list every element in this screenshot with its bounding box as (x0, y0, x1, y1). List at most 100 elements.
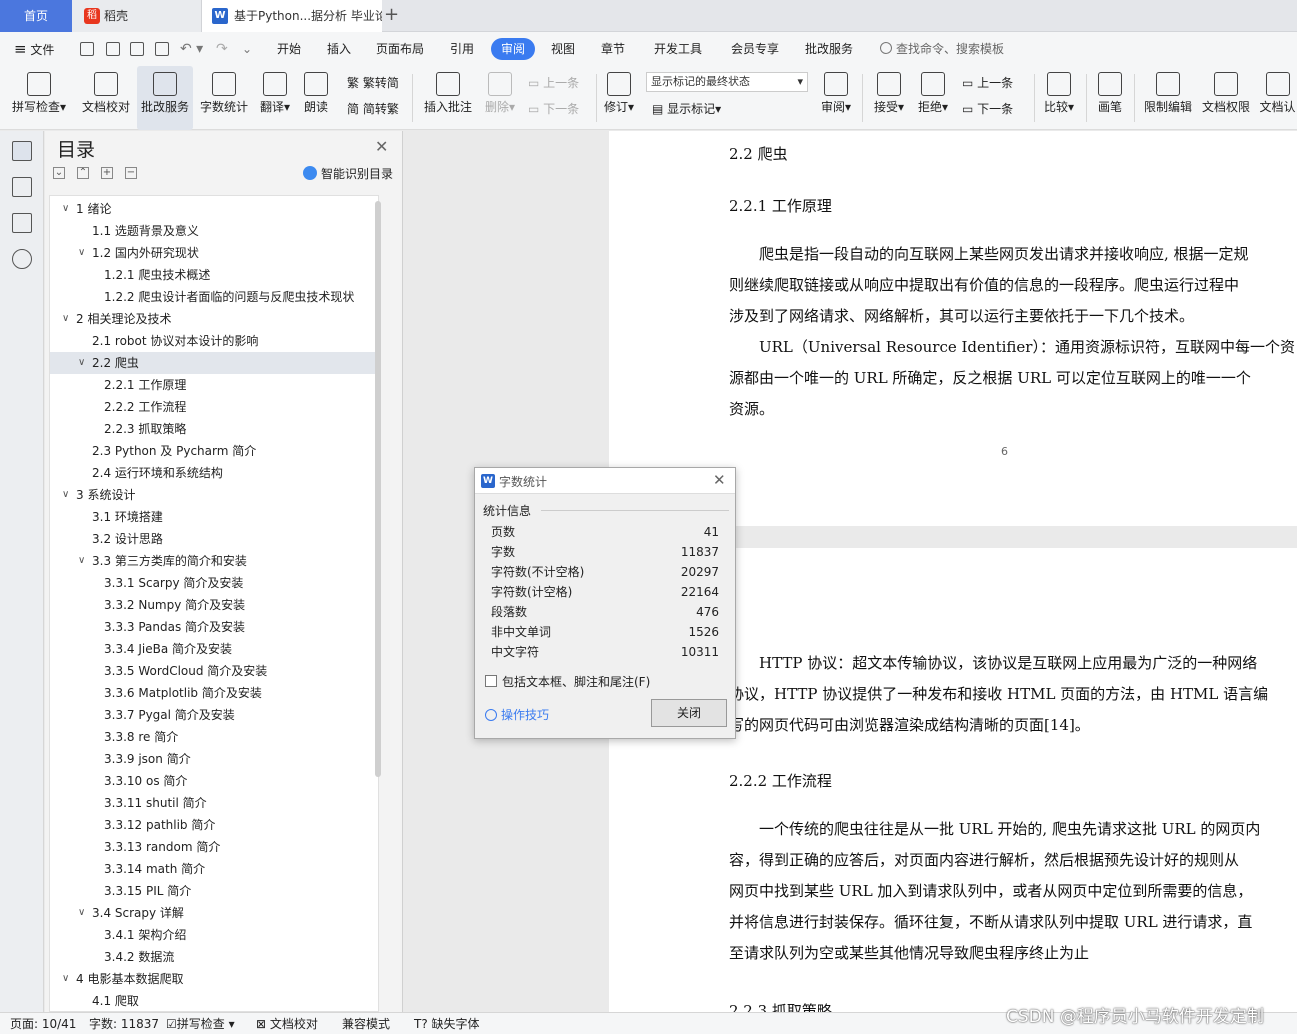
toc-item[interactable]: ∨ 1 绪论 (50, 198, 378, 220)
next-comment-button[interactable]: ▭ 下一条 (528, 100, 579, 117)
translate-button[interactable]: 翻译▾ (255, 66, 295, 130)
toc-item[interactable]: 3.4.1 架构介绍 (50, 924, 378, 946)
menu-view[interactable]: 视图 (551, 32, 575, 66)
restrict-editing-button[interactable]: 限制编辑 (1140, 66, 1196, 130)
spell-check-status[interactable]: ☑拼写检查 ▾ (166, 1013, 235, 1034)
chevron-down-icon[interactable]: ∨ (78, 550, 85, 572)
simp-to-trad-button[interactable]: 简 简转繁 (347, 100, 399, 117)
undo-icon[interactable]: ↶ ▾ (180, 32, 203, 66)
print-preview-icon[interactable] (155, 42, 169, 56)
toc-item[interactable]: 2.2.3 抓取策略 (50, 418, 378, 440)
tab-daoke[interactable]: 稻稻壳 (72, 0, 202, 32)
tips-link[interactable]: 操作技巧 (485, 706, 549, 723)
toc-item[interactable]: ∨ 1.2 国内外研究现状 (50, 242, 378, 264)
chapter-nav-icon[interactable] (12, 177, 32, 197)
insert-comment-button[interactable]: 插入批注 (420, 66, 476, 130)
menu-start[interactable]: 开始 (277, 32, 301, 66)
toc-item[interactable]: 3.3.3 Pandas 简介及安装 (50, 616, 378, 638)
toc-nav-icon[interactable] (12, 141, 32, 161)
toc-item[interactable]: 3.4.2 数据流 (50, 946, 378, 968)
toc-item[interactable]: 1.2.2 爬虫设计者面临的问题与反爬虫技术现状 (50, 286, 378, 308)
include-textbox-checkbox[interactable] (485, 675, 497, 687)
close-icon[interactable]: ✕ (375, 137, 388, 156)
search-nav-icon[interactable] (12, 249, 32, 269)
bookmark-icon[interactable] (12, 213, 32, 233)
toc-item[interactable]: 3.3.6 Matplotlib 简介及安装 (50, 682, 378, 704)
menu-section[interactable]: 章节 (601, 32, 625, 66)
toc-item[interactable]: 2.2.1 工作原理 (50, 374, 378, 396)
toc-item[interactable]: 2.4 运行环境和系统结构 (50, 462, 378, 484)
chevron-down-icon[interactable]: ∨ (78, 352, 85, 374)
review-pane-button[interactable]: 审阅▾ (816, 66, 856, 130)
dialog-titlebar[interactable]: W 字数统计 ✕ (475, 468, 735, 494)
prev-comment-button[interactable]: ▭ 上一条 (528, 74, 579, 91)
toc-item[interactable]: ∨ 3.3 第三方类库的简介和安装 (50, 550, 378, 572)
correction-service-button[interactable]: 批改服务 (137, 66, 193, 130)
menu-insert[interactable]: 插入 (327, 32, 351, 66)
tab-document[interactable]: W 基于Python...据分析 毕业论 (202, 0, 382, 32)
menu-page-layout[interactable]: 页面布局 (376, 32, 424, 66)
word-count-button[interactable]: 字数统计 (196, 66, 252, 130)
toc-item[interactable]: 4.1 爬取 (50, 990, 378, 1011)
smart-toc-button[interactable]: 智能识别目录 (303, 165, 393, 182)
trad-to-simp-button[interactable]: 繁 繁转简 (347, 74, 399, 91)
pen-button[interactable]: 画笔 (1092, 66, 1128, 130)
accept-button[interactable]: 接受▾ (870, 66, 908, 130)
chevron-down-icon[interactable]: ∨ (62, 198, 69, 220)
toc-item[interactable]: 3.3.9 json 简介 (50, 748, 378, 770)
track-changes-button[interactable]: 修订▾ (600, 66, 638, 130)
quick-access-dropdown-icon[interactable]: ⌄ (242, 32, 252, 66)
toc-item[interactable]: 3.3.8 re 简介 (50, 726, 378, 748)
print-icon[interactable] (130, 42, 144, 56)
toc-item[interactable]: 3.3.14 math 简介 (50, 858, 378, 880)
menu-developer[interactable]: 开发工具 (654, 32, 702, 66)
toc-item[interactable]: 1.1 选题背景及意义 (50, 220, 378, 242)
toc-item[interactable]: 3.3.5 WordCloud 简介及安装 (50, 660, 378, 682)
toc-item[interactable]: 3.3.15 PIL 简介 (50, 880, 378, 902)
toc-item[interactable]: 3.3.2 Numpy 简介及安装 (50, 594, 378, 616)
toc-item[interactable]: 3.2 设计思路 (50, 528, 378, 550)
markup-display-select[interactable]: 显示标记的最终状态 ▾ (646, 72, 808, 92)
show-markup-button[interactable]: ▤ 显示标记▾ (652, 100, 721, 117)
toc-item[interactable]: 2.2.2 工作流程 (50, 396, 378, 418)
menu-correction[interactable]: 批改服务 (805, 32, 853, 66)
proofread-button[interactable]: 文档校对 (78, 66, 134, 130)
menu-references[interactable]: 引用 (450, 32, 474, 66)
delete-comment-button[interactable]: 删除▾ (480, 66, 520, 130)
document-permission-button[interactable]: 文档权限 (1198, 66, 1254, 130)
collapse-all-icon[interactable]: ⌄ (53, 167, 65, 179)
search-icon[interactable] (880, 42, 892, 54)
toc-item[interactable]: ∨ 3 系统设计 (50, 484, 378, 506)
toc-item[interactable]: 3.3.1 Scarpy 简介及安装 (50, 572, 378, 594)
chevron-down-icon[interactable]: ∨ (62, 308, 69, 330)
file-menu[interactable]: ≡ 文件 (14, 32, 54, 66)
toc-item[interactable]: ∨ 4 电影基本数据爬取 (50, 968, 378, 990)
chevron-down-icon[interactable]: ∨ (62, 968, 69, 990)
toc-item[interactable]: 3.3.12 pathlib 简介 (50, 814, 378, 836)
prev-change-button[interactable]: ▭ 上一条 (962, 74, 1013, 91)
toc-item[interactable]: 2.3 Python 及 Pycharm 简介 (50, 440, 378, 462)
document-certify-button[interactable]: 文档认 (1258, 66, 1297, 130)
close-button[interactable]: 关闭 (651, 699, 727, 727)
toc-scrollbar[interactable] (375, 201, 381, 777)
chevron-down-icon[interactable]: ∨ (62, 484, 69, 506)
toc-item[interactable]: 3.3.7 Pygal 简介及安装 (50, 704, 378, 726)
new-tab-button[interactable]: + (384, 4, 399, 25)
export-pdf-icon[interactable] (106, 42, 120, 56)
chevron-down-icon[interactable]: ∨ (78, 902, 85, 924)
save-icon[interactable] (80, 42, 94, 56)
toc-item[interactable]: 1.2.1 爬虫技术概述 (50, 264, 378, 286)
toc-item[interactable]: 3.3.4 JieBa 简介及安装 (50, 638, 378, 660)
next-change-button[interactable]: ▭ 下一条 (962, 100, 1013, 117)
page-indicator[interactable]: 页面: 10/41 (10, 1013, 76, 1034)
toc-item[interactable]: ∨ 2.2 爬虫 (50, 352, 378, 374)
missing-font-indicator[interactable]: T? 缺失字体 (414, 1013, 480, 1034)
word-count-indicator[interactable]: 字数: 11837 (89, 1013, 159, 1034)
tab-home[interactable]: 首页 (0, 0, 72, 32)
remove-heading-icon[interactable]: − (125, 167, 137, 179)
toc-item[interactable]: 3.1 环境搭建 (50, 506, 378, 528)
proof-status[interactable]: ⊠ 文档校对 (256, 1013, 318, 1034)
toc-item[interactable]: ∨ 3.4 Scrapy 详解 (50, 902, 378, 924)
toc-item[interactable]: ∨ 2 相关理论及技术 (50, 308, 378, 330)
spell-check-button[interactable]: 拼写检查▾ (8, 66, 70, 130)
